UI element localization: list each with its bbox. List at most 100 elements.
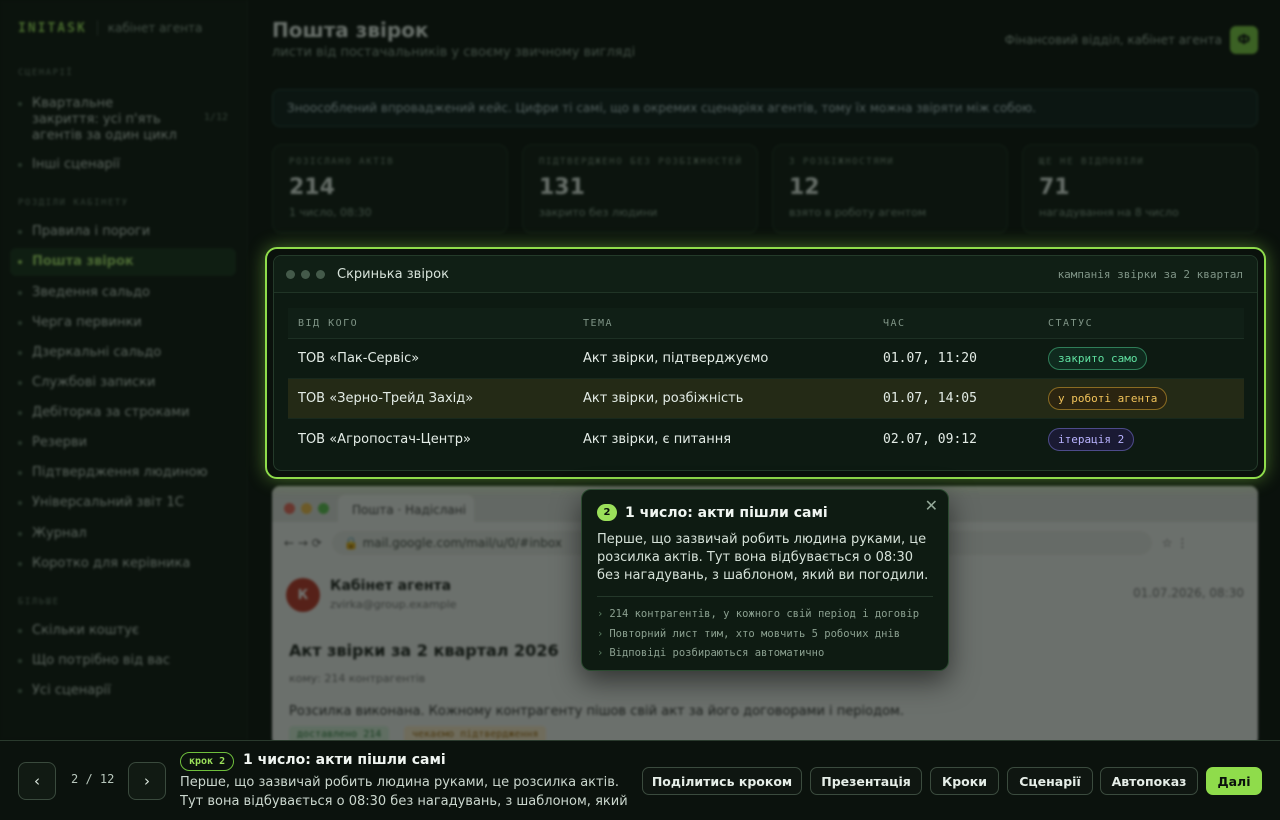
bullet-icon <box>18 260 22 264</box>
row-from: ТОВ «Пак-Сервіс» <box>298 351 420 366</box>
sidebar-item-label: Дзеркальні сальдо <box>32 345 162 360</box>
mail-tab[interactable]: Пошта · Надіслані <box>338 495 474 523</box>
stat-card-discrepancies: З РОЗБІЖНОСТЯМИ 12 взято в роботу агенто… <box>772 144 1008 234</box>
browser-nav-icon[interactable]: ← → ⟳ <box>284 536 322 550</box>
bullet-icon <box>18 381 22 385</box>
sidebar-item-count: 1/12 <box>203 112 228 123</box>
sidebar-section-cabinet: РОЗДІЛИ КАБІНЕТУ <box>18 198 129 208</box>
table-row[interactable]: ТОВ «Агропостач-Центр» Акт звірки, є пит… <box>288 419 1244 459</box>
scenarios-button[interactable]: Сценарії <box>1007 767 1093 795</box>
tooltip-point-text: Повторний лист тим, хто мовчить 5 робочи… <box>609 627 901 640</box>
sidebar-item-requirements[interactable]: Що потрібно від вас <box>10 653 236 669</box>
close-icon[interactable]: ✕ <box>925 496 938 515</box>
row-subject: Акт звірки, є питання <box>583 431 732 447</box>
tooltip-text: Перше, що зазвичай робить людина руками,… <box>597 532 929 583</box>
sidebar-item-reserves[interactable]: Резерви <box>10 435 236 451</box>
bullet-icon <box>18 441 22 445</box>
sidebar-item-scenario-main[interactable]: Квартальне закриття: усі п'ять агентів з… <box>10 96 236 144</box>
sidebar-item-primary-queue[interactable]: Черга первинки <box>10 315 236 331</box>
stat-label: З РОЗБІЖНОСТЯМИ <box>789 157 895 167</box>
tooltip-title: 1 число: акти пішли самі <box>625 504 828 521</box>
info-banner: Зноособлений впроваджений кейс. Цифри ті… <box>272 89 1258 127</box>
stat-note: 1 число, 08:30 <box>289 206 372 219</box>
chevron-left-icon: ‹ <box>34 772 40 790</box>
tooltip-point-text: 214 контрагентів, у кожного свій період … <box>609 608 920 620</box>
stat-note: закрито без людини <box>539 206 658 219</box>
sidebar-item-memos[interactable]: Службові записки <box>10 375 236 391</box>
row-time: 01.07, 11:20 <box>883 351 977 366</box>
column-header-from: ВІД КОГО <box>298 317 359 329</box>
status-badge: ітерація 2 <box>1048 427 1135 451</box>
tooltip-point: › Повторний лист тим, хто мовчить 5 робоч… <box>597 625 933 645</box>
sidebar-item-receivables[interactable]: Дебіторка за строками <box>10 405 236 421</box>
tour-bottom-bar: ‹ 2 / 12 › крок 2 1 число: акти пішли са… <box>0 740 1280 820</box>
step-chip: крок 2 <box>180 752 235 771</box>
sidebar-section-more: БІЛЬШЕ <box>18 597 60 607</box>
autoplay-button[interactable]: Автопоказ <box>1100 767 1198 795</box>
row-from: ТОВ «Агропостач-Центр» <box>298 431 471 447</box>
tour-tooltip: 2 1 число: акти пішли самі ✕ Перше, що з… <box>581 489 949 671</box>
page-subtitle: листи від постачальників у своєму звично… <box>272 45 636 60</box>
sidebar-item-label: Коротко для керівника <box>32 556 191 571</box>
brand-logo: INITASK <box>18 20 87 36</box>
sidebar-item-label: Підтвердження людиною <box>32 465 208 480</box>
window-close-icon[interactable] <box>284 503 295 514</box>
bullet-icon <box>18 562 22 566</box>
sidebar-item-label: Черга первинки <box>32 315 142 330</box>
steps-button[interactable]: Кроки <box>930 767 999 795</box>
table-row[interactable]: ТОВ «Пак-Сервіс» Акт звірки, підтверджує… <box>288 339 1244 379</box>
stat-value: 131 <box>539 175 585 200</box>
reconciliation-inbox: Скринька звірок кампанія звірки за 2 ква… <box>273 255 1258 471</box>
bullet-icon <box>18 321 22 325</box>
sidebar-item-label: Квартальне закриття: усі п'ять агентів з… <box>32 96 177 143</box>
sender-address: zvirka@group.example <box>330 598 457 611</box>
bullet-icon <box>18 351 22 355</box>
sidebar-item-mirror-balances[interactable]: Дзеркальні сальдо <box>10 345 236 361</box>
sidebar-item-rules[interactable]: Правила і пороги <box>10 224 236 240</box>
step-title: 1 число: акти пішли самі <box>243 752 446 768</box>
sidebar-item-label: Зведення сальдо <box>32 285 150 300</box>
page-title: Пошта звірок <box>272 18 429 42</box>
chevron-right-icon: › <box>597 627 604 640</box>
bullet-icon <box>18 230 22 234</box>
table-row[interactable]: ТОВ «Зерно-Трейд Захід» Акт звірки, розб… <box>288 379 1244 419</box>
sidebar-item-all-scenarios[interactable]: Усі сценарії <box>10 683 236 699</box>
chevron-right-icon: › <box>597 608 604 620</box>
next-button[interactable]: Далі <box>1206 767 1262 795</box>
tooltip-header: 2 1 число: акти пішли самі <box>597 504 933 521</box>
sidebar-item-label: Дебіторка за строками <box>32 405 190 420</box>
table-header: ВІД КОГО ТЕМА ЧАС СТАТУС <box>288 308 1244 339</box>
browser-menu-icon[interactable]: ☆ ⋮ <box>1162 536 1189 550</box>
user-avatar[interactable]: Ф <box>1230 26 1258 54</box>
brand: INITASK кабінет агента <box>18 20 202 36</box>
bullet-icon <box>18 532 22 536</box>
mail-recipients: кому: 214 контрагентів <box>289 672 426 685</box>
chevron-right-icon: › <box>144 772 150 790</box>
bullet-icon <box>18 659 22 663</box>
sidebar-item-executive-summary[interactable]: Коротко для керівника <box>10 556 236 572</box>
sidebar-item-reconciliation-mail[interactable]: Пошта звірок <box>10 248 236 276</box>
sidebar-item-pricing[interactable]: Скільки коштує <box>10 623 236 639</box>
brand-divider <box>96 20 98 36</box>
next-step-arrow-button[interactable]: › <box>128 762 166 800</box>
window-maximize-icon[interactable] <box>318 503 329 514</box>
stat-card-sent: РОЗІСЛАНО АКТІВ 214 1 число, 08:30 <box>272 144 508 234</box>
prev-step-button[interactable]: ‹ <box>18 762 56 800</box>
brand-subtitle: кабінет агента <box>107 21 203 35</box>
share-step-button[interactable]: Поділитись кроком <box>642 767 802 795</box>
presentation-button[interactable]: Презентація <box>810 767 922 795</box>
sidebar-item-balances[interactable]: Зведення сальдо <box>10 285 236 301</box>
stat-value: 12 <box>789 175 820 200</box>
inbox-campaign: кампанія звірки за 2 квартал <box>1057 267 1243 281</box>
sidebar: INITASK кабінет агента СЦЕНАРІЇ Кварталь… <box>0 0 248 740</box>
sidebar-item-human-confirmation[interactable]: Підтвердження людиною <box>10 465 236 481</box>
sidebar-item-label: Що потрібно від вас <box>32 653 170 668</box>
column-header-status: СТАТУС <box>1048 317 1094 329</box>
tooltip-point: › 214 контрагентів, у кожного свій період… <box>597 605 933 625</box>
window-dot-icon <box>301 269 310 279</box>
sidebar-item-other-scenarios[interactable]: Інші сценарії <box>10 157 236 173</box>
bullet-icon <box>18 102 22 106</box>
window-minimize-icon[interactable] <box>301 503 312 514</box>
sidebar-item-universal-report[interactable]: Універсальний звіт 1С <box>10 495 236 511</box>
sidebar-item-journal[interactable]: Журнал <box>10 526 236 542</box>
